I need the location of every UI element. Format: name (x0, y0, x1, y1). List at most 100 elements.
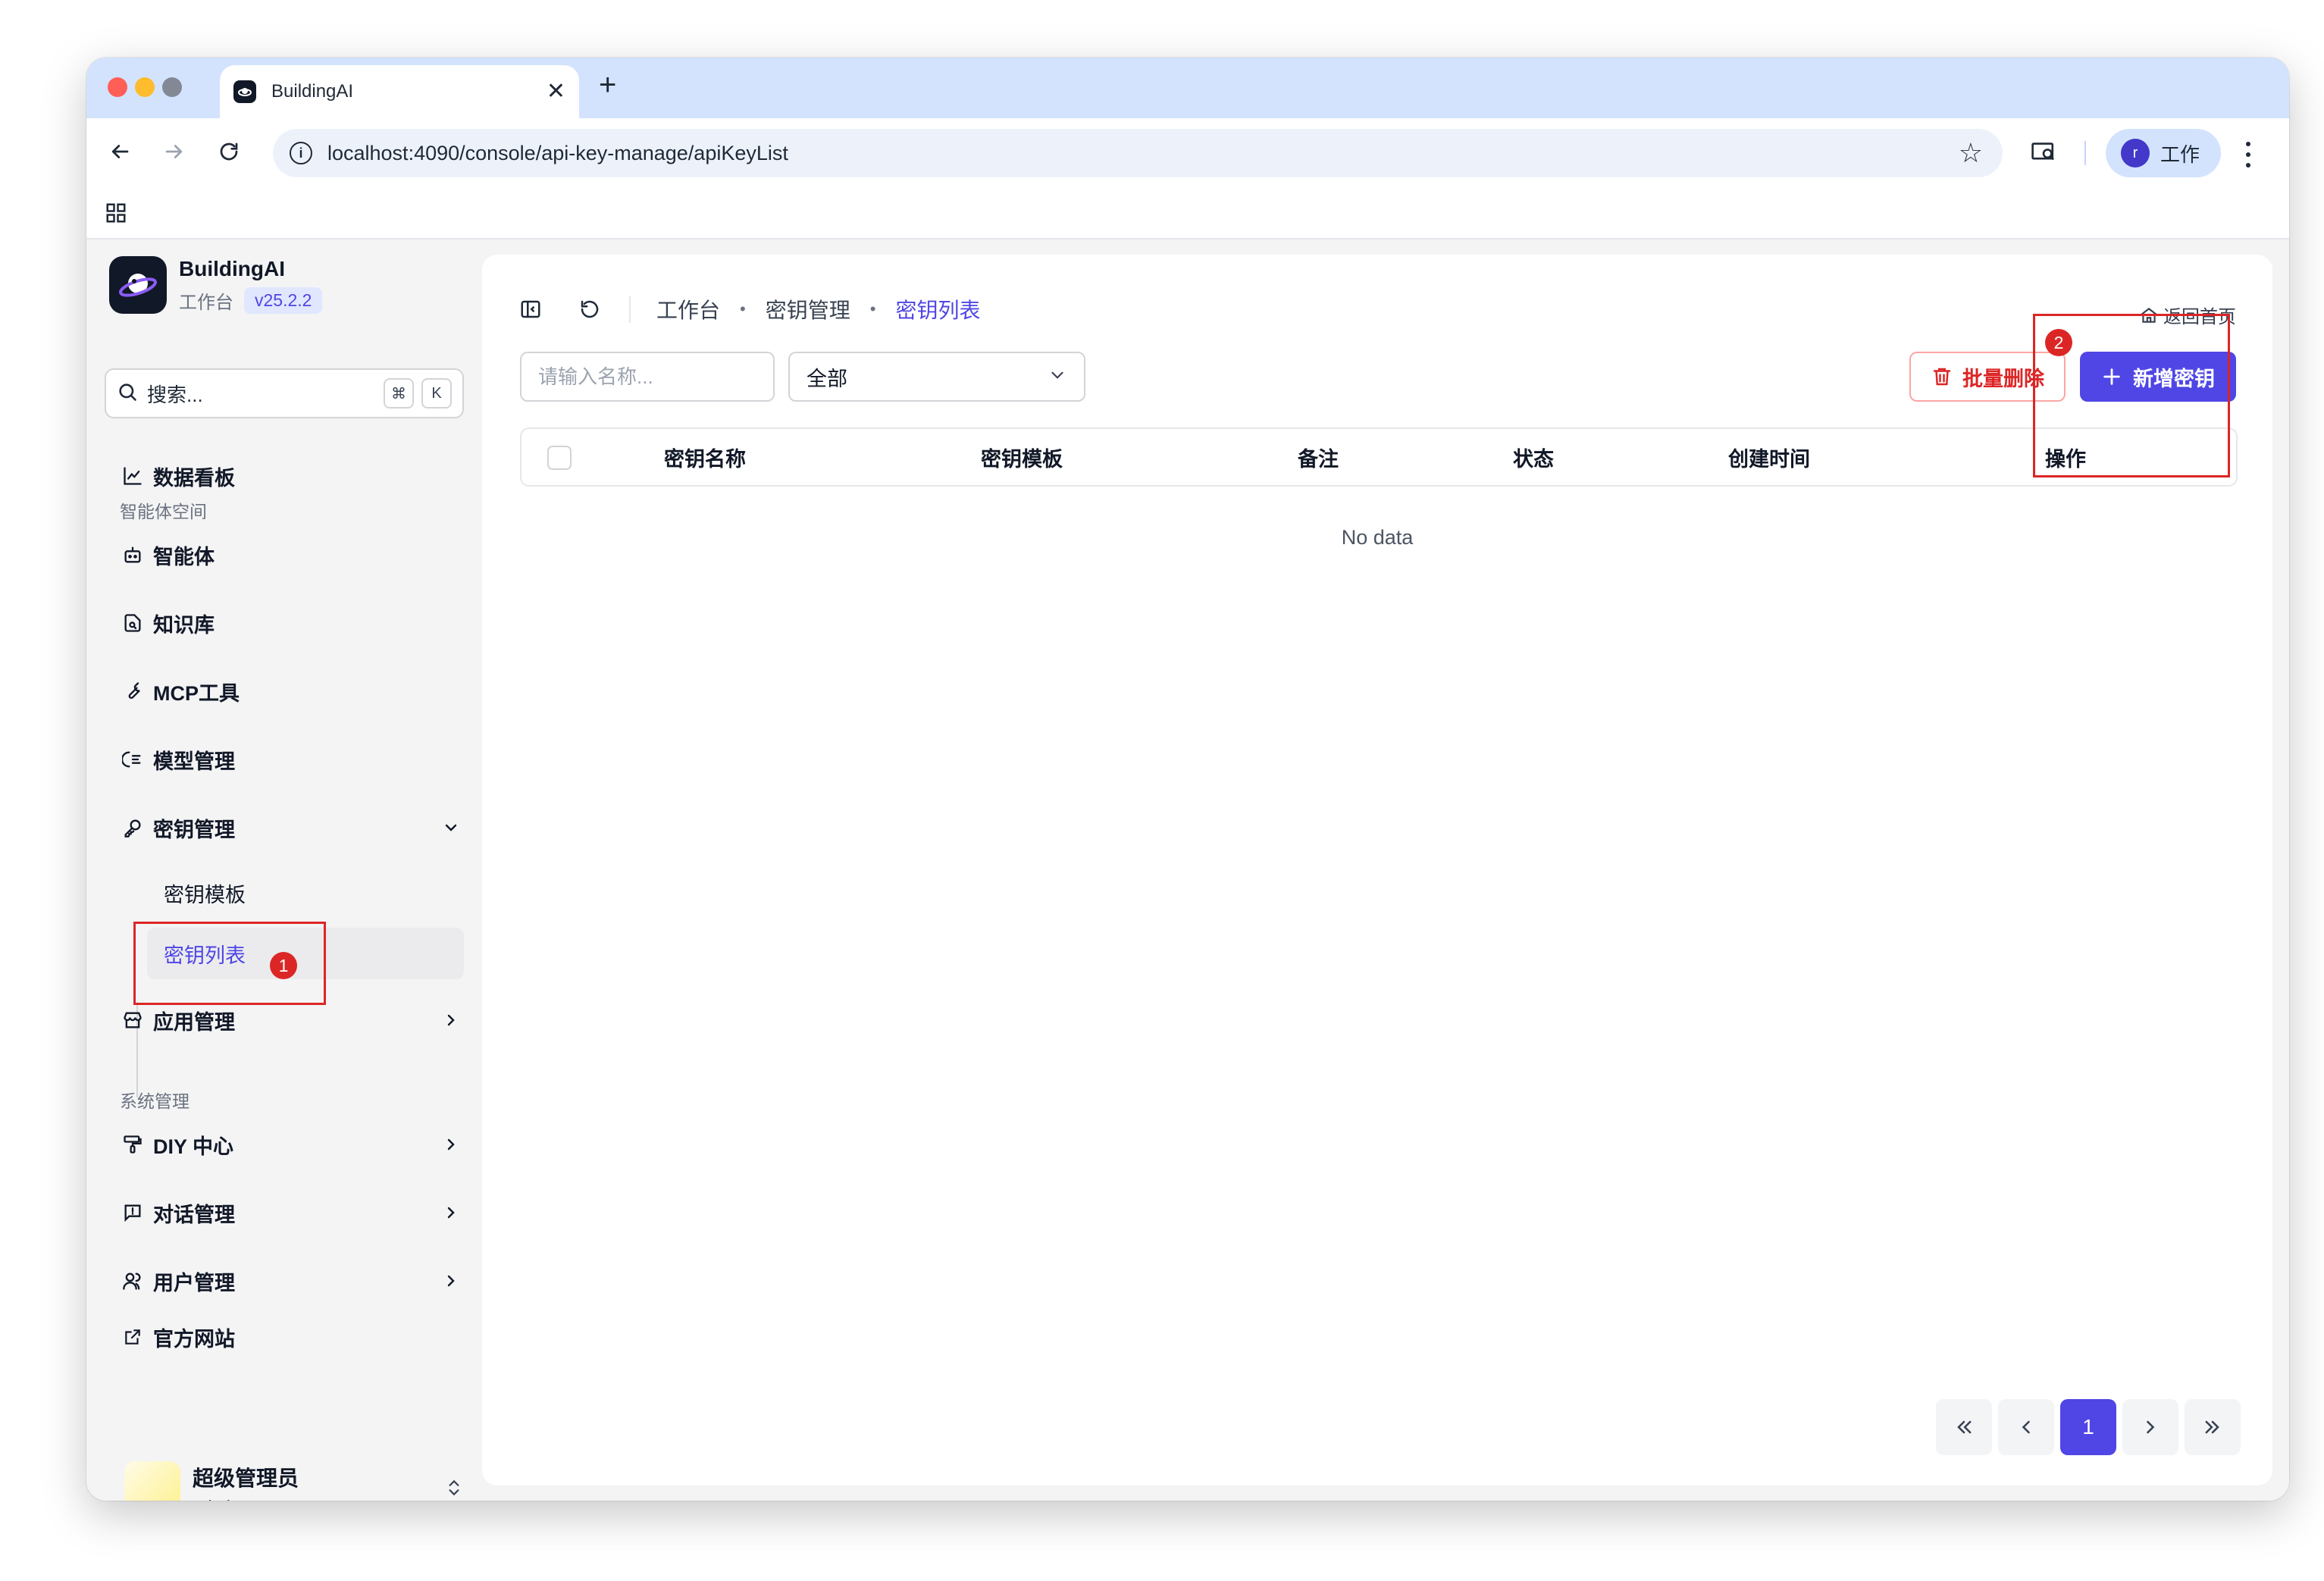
profile-avatar: r (2121, 139, 2150, 167)
brand-subtitle: 工作台 (179, 292, 233, 313)
section-label-agent-space: 智能体空间 (120, 502, 207, 521)
breadcrumb-key-mgmt[interactable]: 密钥管理 (766, 294, 850, 324)
breadcrumb: 工作台 • 密钥管理 • 密钥列表 (656, 294, 980, 324)
url-text: localhost:4090/console/api-key-manage/ap… (327, 141, 788, 164)
user-avatar (124, 1461, 180, 1501)
select-all-checkbox[interactable] (547, 446, 572, 470)
chevron-right-icon[interactable] (440, 1201, 462, 1224)
column-header-status: 状态 (1513, 447, 1554, 471)
chevron-right-icon[interactable] (440, 1269, 462, 1292)
breadcrumb-workbench[interactable]: 工作台 (656, 294, 720, 324)
address-bar[interactable]: i localhost:4090/console/api-key-manage/… (273, 129, 2003, 177)
topbar-divider (629, 296, 631, 323)
sidebar-item-model-mgmt[interactable]: 模型管理 (120, 735, 462, 784)
batch-delete-label: 批量删除 (1962, 367, 2044, 390)
section-label-system: 系统管理 (120, 1091, 189, 1111)
main-panel: 工作台 • 密钥管理 • 密钥列表 返回首页 全部 (482, 255, 2272, 1486)
breadcrumb-separator: • (740, 299, 746, 318)
chevron-down-icon (1048, 365, 1067, 389)
sidebar-item-agents[interactable]: 智能体 (120, 531, 462, 579)
model-icon (120, 747, 146, 772)
chevrons-up-down-icon[interactable] (444, 1478, 464, 1501)
screen-search-icon[interactable] (2028, 136, 2059, 167)
chevron-right-icon[interactable] (440, 1133, 462, 1156)
breadcrumb-key-list: 密钥列表 (895, 299, 981, 322)
sidebar-item-knowledge[interactable]: 知识库 (120, 599, 462, 647)
zoom-window-button[interactable] (162, 77, 182, 97)
sidebar-collapse-icon[interactable] (515, 294, 546, 324)
users-icon (120, 1268, 146, 1294)
sidebar-item-mcp-tools[interactable]: MCP工具 (120, 667, 462, 715)
minimize-window-button[interactable] (135, 77, 155, 97)
brand-name: BuildingAI (179, 256, 285, 280)
tab-strip: BuildingAI ✕ + (86, 58, 2289, 118)
robot-icon (120, 542, 146, 568)
column-header-key-name: 密钥名称 (664, 447, 746, 471)
trash-icon (1931, 365, 1953, 388)
key-icon (120, 815, 146, 841)
sidebar-item-label: 官方网站 (153, 1327, 235, 1351)
k-key-hint: K (421, 378, 452, 409)
apps-grid-icon[interactable] (105, 202, 127, 228)
column-header-created-at: 创建时间 (1728, 447, 1810, 471)
sidebar-item-label: 应用管理 (153, 1010, 235, 1034)
tab-close-icon[interactable]: ✕ (547, 80, 565, 103)
sidebar-item-diy-center[interactable]: DIY 中心 (120, 1120, 462, 1169)
browser-toolbar: i localhost:4090/console/api-key-manage/… (86, 118, 2289, 186)
reload-icon[interactable] (214, 136, 244, 167)
close-window-button[interactable] (108, 77, 127, 97)
browser-menu-icon[interactable] (2241, 139, 2256, 170)
bookmarks-bar (86, 186, 2289, 239)
sidebar-item-label: DIY 中心 (153, 1135, 234, 1158)
prev-page-button[interactable] (1998, 1399, 2054, 1455)
sidebar-item-label: 用户管理 (153, 1271, 235, 1295)
last-page-button[interactable] (2185, 1399, 2241, 1455)
status-filter-select[interactable]: 全部 (788, 352, 1085, 402)
first-page-button[interactable] (1936, 1399, 1992, 1455)
toolbar-divider (2084, 141, 2086, 165)
sidebar-subitem-key-templates[interactable]: 密钥模板 (147, 867, 464, 919)
brand-header[interactable]: BuildingAI 工作台 v25.2.2 (109, 256, 323, 314)
search-placeholder: 搜索... (147, 383, 203, 406)
api-key-table: 密钥名称 密钥模板 备注 状态 创建时间 操作 (520, 427, 2238, 487)
version-badge: v25.2.2 (244, 286, 323, 314)
profile-button[interactable]: r 工作 (2106, 129, 2221, 177)
sidebar: BuildingAI 工作台 v25.2.2 搜索... ⌘ K 数据看板 智能… (86, 241, 481, 1501)
sidebar-item-key-mgmt[interactable]: 密钥管理 (120, 803, 462, 852)
status-filter-value: 全部 (807, 367, 847, 390)
chevron-right-icon[interactable] (440, 1009, 462, 1032)
sidebar-item-label: 知识库 (153, 613, 215, 637)
bookmark-star-icon[interactable]: ☆ (1959, 137, 1983, 169)
cmd-key-hint: ⌘ (384, 378, 414, 409)
back-arrow-icon[interactable] (105, 136, 135, 167)
breadcrumb-separator: • (869, 299, 876, 318)
line-chart-icon (120, 463, 146, 489)
paint-roller-icon (120, 1132, 146, 1157)
sidebar-item-dashboard[interactable]: 数据看板 (120, 452, 462, 500)
sidebar-item-chat-mgmt[interactable]: 对话管理 (120, 1188, 462, 1237)
browser-tab[interactable]: BuildingAI ✕ (220, 65, 579, 118)
site-info-icon[interactable]: i (290, 142, 312, 164)
annotation-badge-1: 1 (270, 952, 297, 979)
annotation-box-1 (133, 922, 326, 1005)
annotation-badge-2: 2 (2045, 329, 2072, 356)
user-card[interactable]: 超级管理员 admin (124, 1461, 464, 1501)
forward-arrow-icon[interactable] (159, 136, 189, 167)
page-button-current[interactable]: 1 (2060, 1399, 2116, 1455)
external-link-icon (120, 1324, 146, 1350)
column-header-key-template: 密钥模板 (981, 447, 1063, 471)
refresh-icon[interactable] (575, 294, 605, 324)
sidebar-search[interactable]: 搜索... ⌘ K (105, 368, 464, 418)
sidebar-item-label: 密钥管理 (153, 818, 235, 841)
message-alert-icon (120, 1200, 146, 1226)
sidebar-item-official-site[interactable]: 官方网站 (120, 1313, 462, 1361)
name-filter-input[interactable] (538, 365, 773, 389)
chevron-down-icon[interactable] (440, 816, 462, 839)
new-tab-button[interactable]: + (599, 70, 616, 100)
name-filter[interactable] (520, 352, 775, 402)
empty-state-text: No data (1341, 526, 1414, 549)
next-page-button[interactable] (2122, 1399, 2178, 1455)
profile-label: 工作 (2160, 142, 2200, 166)
sidebar-item-user-mgmt[interactable]: 用户管理 (120, 1257, 462, 1305)
sidebar-item-label: MCP工具 (153, 681, 240, 705)
